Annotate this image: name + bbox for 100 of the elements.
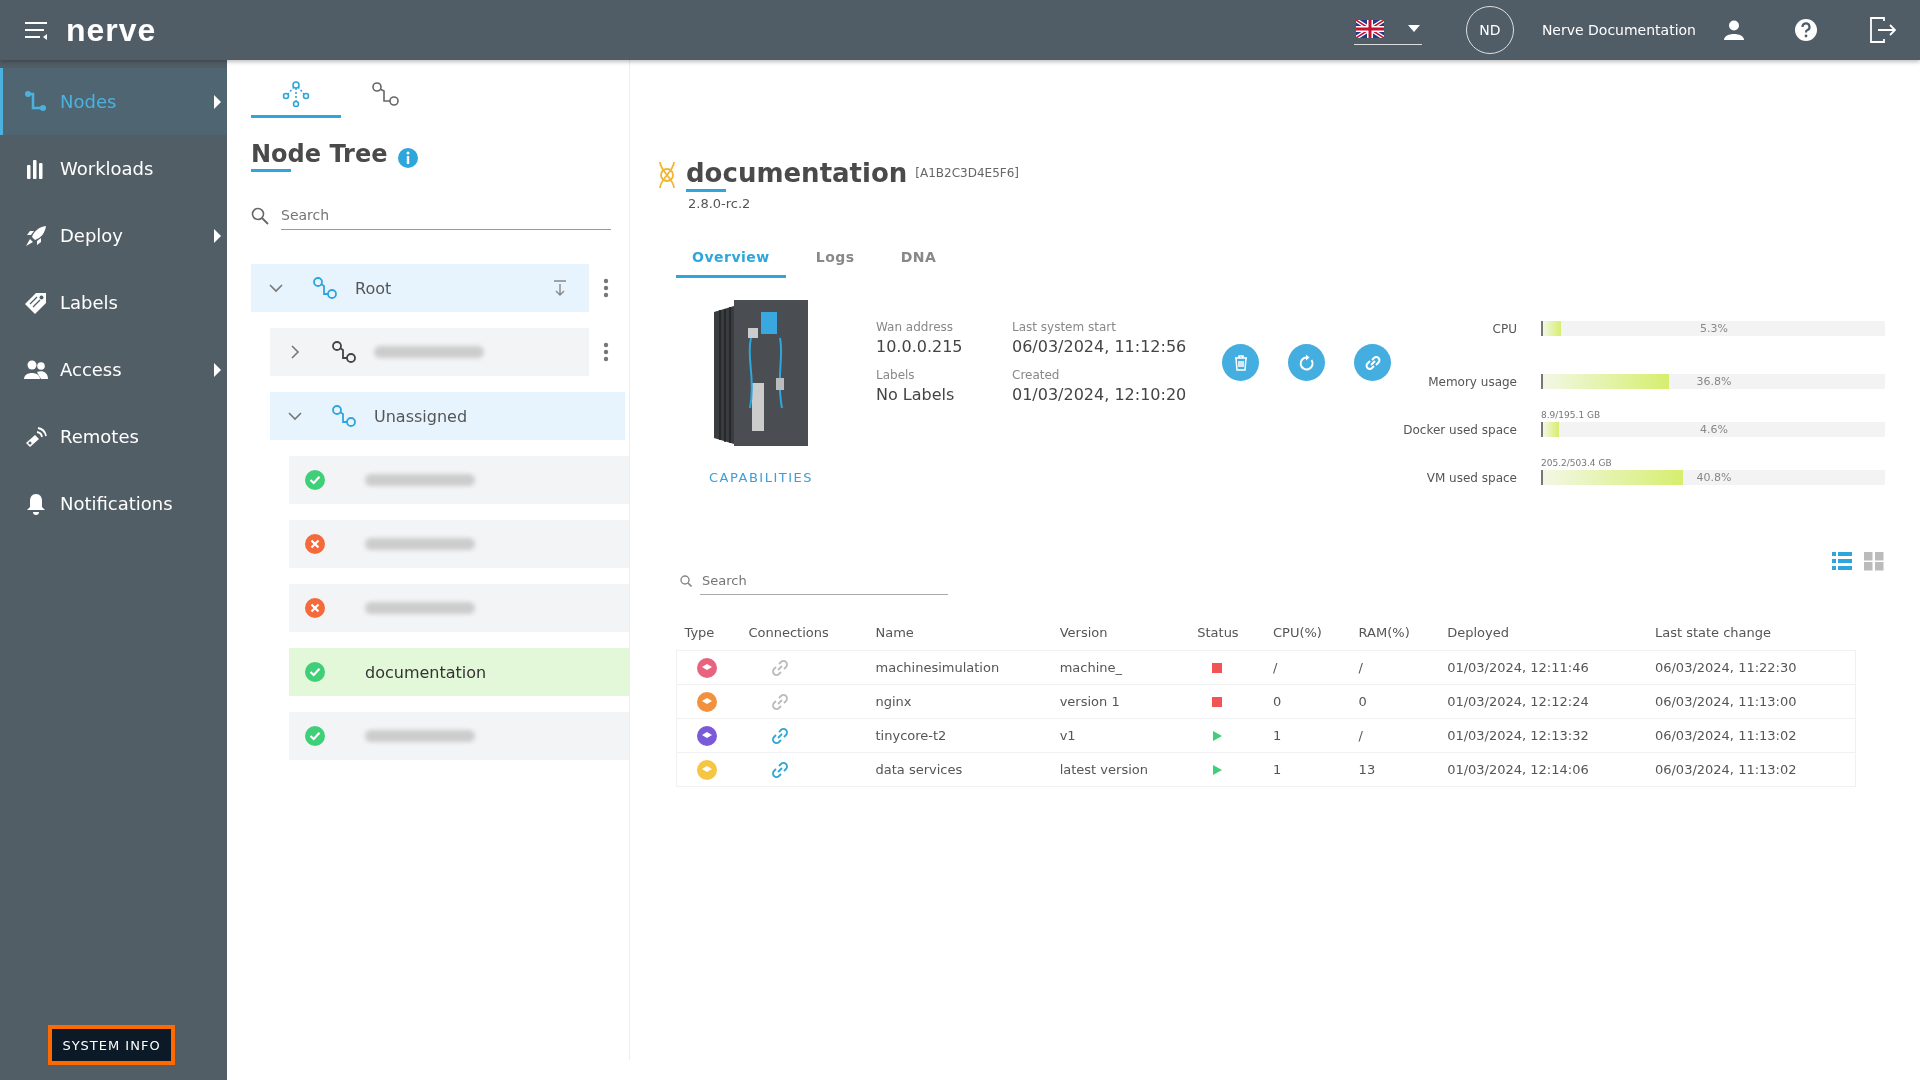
nav-item[interactable]: Notifications — [0, 470, 227, 537]
tab[interactable]: Logs — [799, 239, 871, 278]
column-header: CPU(%) — [1264, 615, 1351, 651]
field-label: Created — [1012, 368, 1061, 382]
user-name: Nerve Documentation — [1541, 22, 1696, 38]
restart-icon — [1297, 353, 1316, 372]
meter-label: Memory usage — [1427, 374, 1517, 389]
table-cell: 1 — [1264, 752, 1351, 787]
panel-title: Node Tree — [251, 140, 388, 175]
column-header: RAM(%) — [1350, 615, 1440, 651]
system-info-button[interactable]: SYSTEM INFO — [48, 1025, 175, 1065]
flag-icon — [1355, 19, 1384, 38]
help-icon[interactable] — [1794, 18, 1818, 42]
tag-icon — [24, 290, 48, 315]
restart-button[interactable] — [1288, 344, 1325, 381]
table-cell: 06/03/2024, 11:13:00 — [1646, 684, 1856, 719]
table-cell: 06/03/2024, 11:13:02 — [1646, 718, 1856, 753]
serial-number: [A1B2C3D4E5F6] — [915, 166, 1020, 180]
table-cell: 01/03/2024, 12:14:06 — [1439, 752, 1647, 787]
menu-icon[interactable] — [24, 20, 48, 40]
chevron-down-icon[interactable] — [288, 409, 302, 423]
connect-button[interactable] — [1354, 344, 1391, 381]
remote-icon — [24, 424, 48, 449]
table-cell: nginx — [867, 684, 1052, 719]
table-cell: 01/03/2024, 12:13:32 — [1439, 718, 1647, 753]
node-item[interactable]: documentation — [289, 648, 629, 696]
nav-item[interactable]: Workloads — [0, 135, 227, 202]
meter-label: CPU — [1491, 322, 1517, 337]
nav-item[interactable]: Deploy — [0, 202, 227, 269]
meter-detail: 8.9/195.1 GB — [1541, 409, 1602, 420]
table-cell: 13 — [1350, 752, 1440, 787]
grid-view-icon[interactable] — [1864, 551, 1884, 571]
tab[interactable]: DNA — [884, 239, 953, 278]
column-header: Connections — [740, 615, 868, 651]
table-cell: version 1 — [1051, 684, 1190, 719]
chevron-right-icon[interactable] — [288, 345, 302, 359]
node-item[interactable] — [289, 584, 629, 632]
nav-item[interactable]: Access — [0, 336, 227, 403]
meter-detail: 205.2/503.4 GB — [1541, 458, 1613, 468]
logout-icon[interactable] — [1870, 17, 1896, 43]
node-item[interactable] — [289, 712, 629, 760]
logo: nerve — [66, 11, 157, 49]
hierarchy-icon — [282, 80, 310, 107]
table-cell: machinesimulation — [867, 650, 1052, 685]
link-icon — [1363, 353, 1382, 372]
column-header: Deployed — [1439, 615, 1647, 651]
node-name: documentation — [365, 662, 488, 682]
delete-button[interactable] — [1222, 344, 1259, 381]
expand-arrow-icon — [214, 95, 221, 109]
table-cell: tinycore-t2 — [867, 718, 1052, 753]
table-cell: / — [1350, 718, 1440, 753]
sort-icon[interactable] — [553, 280, 567, 296]
field-value: 01/03/2024, 12:10:20 — [1012, 385, 1188, 404]
search-icon — [251, 206, 269, 225]
link-icon[interactable] — [770, 725, 791, 746]
list-view-icon[interactable] — [1832, 551, 1852, 571]
meter-reading: 5.3% — [1699, 321, 1729, 337]
link-icon[interactable] — [770, 759, 791, 780]
route-icon — [24, 89, 48, 114]
table-cell: data services — [867, 752, 1052, 787]
table-cell: / — [1350, 650, 1440, 685]
group-name: Root — [355, 278, 393, 298]
meter-label: VM used space — [1425, 471, 1517, 485]
column-header: Status — [1189, 615, 1265, 651]
table-cell: 06/03/2024, 11:22:30 — [1646, 650, 1856, 685]
meter-label: Docker used space — [1402, 422, 1517, 437]
chevron-down-icon[interactable] — [269, 281, 283, 295]
info-icon[interactable] — [397, 147, 418, 168]
field-value: No Labels — [876, 385, 956, 404]
column-header: Version — [1051, 615, 1190, 651]
nav-item[interactable]: Labels — [0, 269, 227, 336]
node-item[interactable] — [289, 520, 629, 568]
table-cell: machine_ — [1051, 650, 1190, 685]
rocket-icon — [24, 223, 48, 248]
node-link-icon — [332, 341, 356, 363]
expand-arrow-icon — [214, 363, 221, 377]
column-header: Last state change — [1646, 615, 1856, 651]
field-value: 06/03/2024, 11:12:56 — [1012, 337, 1188, 356]
search-icon — [680, 575, 692, 587]
table-cell: latest version — [1051, 752, 1190, 787]
meter-reading: 36.8% — [1695, 373, 1733, 389]
table-cell: 1 — [1264, 718, 1351, 753]
node-item[interactable] — [289, 456, 629, 504]
table-cell: 06/03/2024, 11:13:02 — [1646, 752, 1856, 787]
caret-icon — [1407, 25, 1420, 32]
node-link-icon — [313, 277, 337, 299]
table-cell: / — [1264, 650, 1351, 685]
table-cell: 0 — [1264, 684, 1351, 719]
node-link-icon — [332, 405, 356, 427]
column-header: Type — [676, 615, 741, 651]
user-icon[interactable] — [1724, 20, 1744, 40]
group-name: Unassigned — [374, 406, 469, 426]
field-label: Labels — [876, 368, 916, 382]
group-item[interactable]: Root — [251, 264, 589, 312]
field-label: Last system start — [1012, 320, 1117, 334]
meter-reading: 4.6% — [1699, 421, 1729, 437]
dna-icon — [656, 161, 678, 189]
table-cell: 01/03/2024, 12:11:46 — [1439, 650, 1647, 685]
nav-item[interactable]: Remotes — [0, 403, 227, 470]
group-item[interactable]: Unassigned — [270, 392, 625, 440]
